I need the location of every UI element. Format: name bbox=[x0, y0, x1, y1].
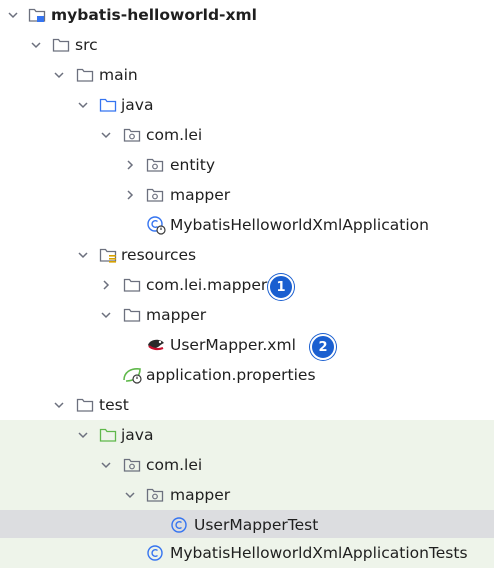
annotation-badge-1: 1 bbox=[268, 274, 294, 300]
annotation-badge-2: 2 bbox=[310, 334, 336, 360]
tree-item-application-class[interactable]: MybatisHelloworldXmlApplication bbox=[0, 210, 494, 240]
tree-item-main[interactable]: main bbox=[0, 60, 494, 90]
chevron-right-icon[interactable] bbox=[124, 180, 136, 210]
tree-item-package-entity[interactable]: entity bbox=[0, 150, 494, 180]
tree-item-label: resources bbox=[121, 246, 197, 264]
package-icon bbox=[146, 480, 164, 510]
chevron-down-icon[interactable] bbox=[77, 90, 89, 120]
tree-item-application-tests[interactable]: MybatisHelloworldXmlApplicationTests bbox=[0, 538, 494, 568]
tree-item-res-mapper[interactable]: mapper bbox=[0, 300, 494, 330]
tree-item-resources[interactable]: resources bbox=[0, 240, 494, 270]
package-icon bbox=[146, 180, 164, 210]
resources-folder-icon bbox=[99, 240, 117, 270]
tree-item-test[interactable]: test bbox=[0, 390, 494, 420]
tree-item-test-package-com-lei[interactable]: com.lei bbox=[0, 450, 494, 480]
tree-item-label: test bbox=[99, 396, 129, 414]
tree-item-label: MybatisHelloworldXmlApplication bbox=[170, 216, 429, 234]
folder-icon bbox=[123, 300, 141, 330]
tree-item-label: src bbox=[75, 36, 98, 54]
tree-item-label: UserMapper.xml bbox=[170, 336, 296, 354]
tree-item-label: mapper bbox=[146, 306, 207, 324]
tree-item-package-com-lei[interactable]: com.lei bbox=[0, 120, 494, 150]
chevron-down-icon[interactable] bbox=[53, 60, 65, 90]
package-icon bbox=[123, 450, 141, 480]
tree-item-label: mybatis-helloworld-xml bbox=[51, 6, 257, 24]
chevron-down-icon[interactable] bbox=[124, 480, 136, 510]
package-icon bbox=[123, 120, 141, 150]
tree-item-main-java[interactable]: java bbox=[0, 90, 494, 120]
class-icon bbox=[146, 538, 164, 568]
tree-item-label: com.lei bbox=[146, 456, 203, 474]
tree-item-package-mapper[interactable]: mapper bbox=[0, 180, 494, 210]
tree-item-label: application.properties bbox=[146, 366, 316, 384]
chevron-down-icon[interactable] bbox=[77, 240, 89, 270]
class-icon bbox=[170, 510, 188, 540]
chevron-right-icon[interactable] bbox=[124, 150, 136, 180]
tree-item-label: java bbox=[121, 96, 154, 114]
spring-properties-icon bbox=[122, 360, 144, 390]
tree-item-label: MybatisHelloworldXmlApplicationTests bbox=[170, 544, 468, 562]
tree-item-label: entity bbox=[170, 156, 215, 174]
tree-item-label: com.lei bbox=[146, 126, 203, 144]
tree-item-user-mapper-xml[interactable]: UserMapper.xml 2 bbox=[0, 330, 494, 360]
module-folder-icon bbox=[28, 0, 46, 30]
tree-item-label: main bbox=[99, 66, 138, 84]
spring-boot-class-icon bbox=[146, 210, 166, 240]
folder-icon bbox=[123, 270, 141, 300]
tree-item-label: com.lei.mapper bbox=[146, 276, 268, 294]
project-tree: mybatis-helloworld-xml src main java com… bbox=[0, 0, 494, 568]
chevron-down-icon[interactable] bbox=[100, 300, 112, 330]
tree-item-res-com-lei-mapper[interactable]: com.lei.mapper 1 bbox=[0, 270, 494, 300]
tree-item-test-java[interactable]: java bbox=[0, 420, 494, 450]
tree-item-label: mapper bbox=[170, 486, 231, 504]
tree-item-user-mapper-test[interactable]: UserMapperTest bbox=[0, 510, 494, 540]
chevron-down-icon[interactable] bbox=[7, 0, 19, 30]
folder-icon bbox=[52, 30, 70, 60]
chevron-down-icon[interactable] bbox=[100, 450, 112, 480]
chevron-down-icon[interactable] bbox=[100, 120, 112, 150]
chevron-down-icon[interactable] bbox=[53, 390, 65, 420]
tree-item-label: UserMapperTest bbox=[194, 516, 319, 534]
tree-item-project[interactable]: mybatis-helloworld-xml bbox=[0, 0, 494, 30]
tree-item-label: mapper bbox=[170, 186, 231, 204]
package-icon bbox=[146, 150, 164, 180]
chevron-right-icon[interactable] bbox=[100, 270, 112, 300]
tree-item-application-properties[interactable]: application.properties bbox=[0, 360, 494, 390]
chevron-down-icon[interactable] bbox=[77, 420, 89, 450]
test-folder-icon bbox=[99, 420, 117, 450]
source-folder-icon bbox=[99, 90, 117, 120]
chevron-down-icon[interactable] bbox=[30, 30, 42, 60]
folder-icon bbox=[76, 390, 94, 420]
folder-icon bbox=[76, 60, 94, 90]
tree-item-src[interactable]: src bbox=[0, 30, 494, 60]
mybatis-xml-icon bbox=[146, 330, 166, 360]
tree-item-label: java bbox=[121, 426, 154, 444]
tree-item-test-package-mapper[interactable]: mapper bbox=[0, 480, 494, 510]
